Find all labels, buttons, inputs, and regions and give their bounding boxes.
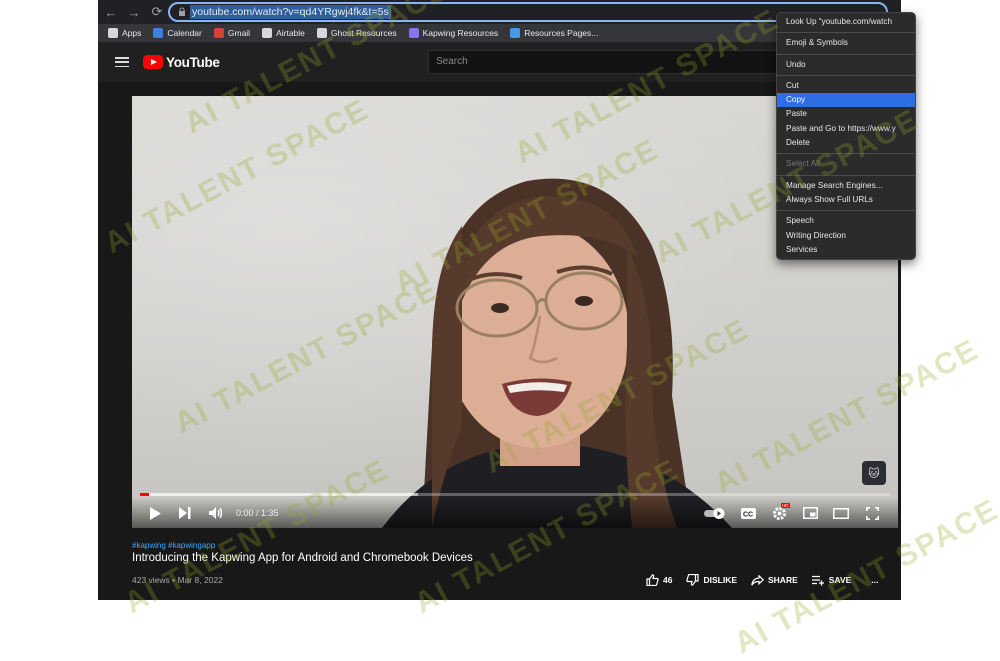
lock-icon	[178, 7, 190, 18]
menu-item-delete[interactable]: Delete	[777, 136, 915, 150]
progress-bar[interactable]	[140, 493, 890, 496]
menu-separator	[777, 32, 915, 34]
menu-separator	[777, 74, 915, 76]
search-input[interactable]: Search	[428, 50, 788, 74]
svg-text:CC: CC	[743, 511, 753, 518]
youtube-play-icon	[143, 55, 163, 69]
menu-item-writing-direction[interactable]: Writing Direction	[777, 229, 915, 243]
volume-icon[interactable]	[206, 502, 226, 524]
menu-item-look-up-youtube-com-watch[interactable]: Look Up “youtube.com/watch	[777, 15, 915, 29]
kapwing-icon	[408, 28, 419, 38]
context-menu: Look Up “youtube.com/watch Emoji & Symbol…	[776, 12, 916, 260]
bookmark-item[interactable]: Resources Pages...	[510, 28, 598, 38]
menu-item-emoji-symbols[interactable]: Emoji & Symbols	[777, 36, 915, 50]
menu-separator	[777, 174, 915, 176]
pages-icon	[510, 28, 521, 38]
menu-item-copy[interactable]: Copy	[777, 93, 915, 108]
bookmark-label: Apps	[122, 28, 142, 38]
thumbs-up-icon	[646, 574, 659, 586]
bookmark-label: Airtable	[276, 28, 305, 38]
dislike-button[interactable]: DISLIKE	[686, 574, 737, 586]
like-button[interactable]: 46	[646, 574, 672, 586]
bookmark-item[interactable]: Airtable	[262, 28, 305, 38]
menu-separator	[777, 153, 915, 155]
menu-item-cut[interactable]: Cut	[777, 79, 915, 93]
menu-item-paste-and-go-to-https-www-y[interactable]: Paste and Go to https://www.y	[777, 122, 915, 136]
fullscreen-icon[interactable]	[862, 502, 882, 524]
back-icon[interactable]: ←	[101, 2, 121, 22]
dislike-label: DISLIKE	[703, 575, 737, 585]
progress-buffered	[140, 493, 418, 496]
bookmark-item[interactable]: Calendar	[153, 28, 202, 38]
apps-grid-icon	[108, 28, 118, 38]
bookmark-label: Calendar	[167, 28, 202, 38]
miniplayer-icon[interactable]	[800, 502, 820, 524]
kapwing-watermark-icon: 🐱	[862, 461, 886, 485]
video-meta: 423 views • Mar 8, 2022	[132, 575, 223, 585]
bookmark-label: Gmail	[227, 28, 251, 38]
menu-item-manage-search-engines[interactable]: Manage Search Engines...	[777, 179, 915, 193]
thumbs-down-icon	[686, 574, 700, 586]
theater-mode-icon[interactable]	[830, 502, 852, 524]
menu-item-speech[interactable]: Speech	[777, 214, 915, 228]
calendar-icon	[153, 28, 164, 38]
like-count: 46	[663, 575, 673, 585]
youtube-logo[interactable]: YouTube	[143, 55, 220, 70]
share-icon	[751, 574, 764, 586]
progress-played	[140, 493, 149, 496]
video-title: Introducing the Kapwing App for Android …	[132, 552, 473, 564]
settings-gear-icon[interactable]: HD	[768, 502, 790, 524]
airtable-icon	[262, 28, 273, 38]
time-display: 0:00 / 1:35	[236, 508, 279, 518]
share-label: SHARE	[768, 575, 798, 585]
bookmark-item[interactable]: Gmail	[213, 28, 251, 38]
bookmark-item[interactable]: Apps	[108, 28, 141, 38]
video-actions: 46 DISLIKE SHARE SAVE ...	[646, 574, 878, 586]
hd-badge: HD	[781, 503, 790, 508]
video-hashtags[interactable]: #kapwing #kapwingapp	[132, 541, 215, 550]
share-button[interactable]: SHARE	[751, 574, 798, 586]
menu-separator	[777, 210, 915, 212]
bookmark-item[interactable]: Kapwing Resources	[408, 28, 499, 38]
bookmark-label: Ghost Resources	[330, 28, 397, 38]
menu-icon[interactable]	[115, 57, 129, 67]
bookmark-label: Resources Pages...	[524, 28, 599, 38]
gmail-icon	[213, 28, 224, 38]
player-controls: 0:00 / 1:35 CC HD	[132, 498, 898, 528]
address-bar-url[interactable]: youtube.com/watch?v=qd4YRgwj4fk&t=5s	[190, 5, 391, 19]
bookmark-label: Kapwing Resources	[422, 28, 499, 38]
captions-icon[interactable]: CC	[738, 502, 758, 524]
menu-item-select-all: Select All	[786, 159, 820, 169]
youtube-logo-text: YouTube	[166, 54, 220, 70]
menu-item-always-show-full-urls[interactable]: Always Show Full URLs	[777, 193, 915, 207]
bookmark-item[interactable]: Ghost Resources	[316, 28, 397, 38]
save-label: SAVE	[828, 575, 852, 585]
forward-icon[interactable]: →	[124, 2, 144, 22]
save-button[interactable]: SAVE	[811, 575, 852, 586]
menu-separator	[777, 53, 915, 55]
menu-item-paste[interactable]: Paste	[777, 107, 915, 121]
more-actions-icon[interactable]: ...	[871, 575, 878, 585]
play-icon[interactable]	[146, 502, 164, 524]
menu-item-undo[interactable]: Undo	[777, 58, 915, 72]
ghost-icon	[316, 28, 327, 38]
reload-icon[interactable]: ⟳	[147, 2, 167, 22]
menu-item-services[interactable]: Services	[777, 243, 915, 257]
next-icon[interactable]	[176, 502, 194, 524]
playlist-add-icon	[811, 575, 824, 585]
autoplay-toggle[interactable]	[702, 502, 728, 524]
